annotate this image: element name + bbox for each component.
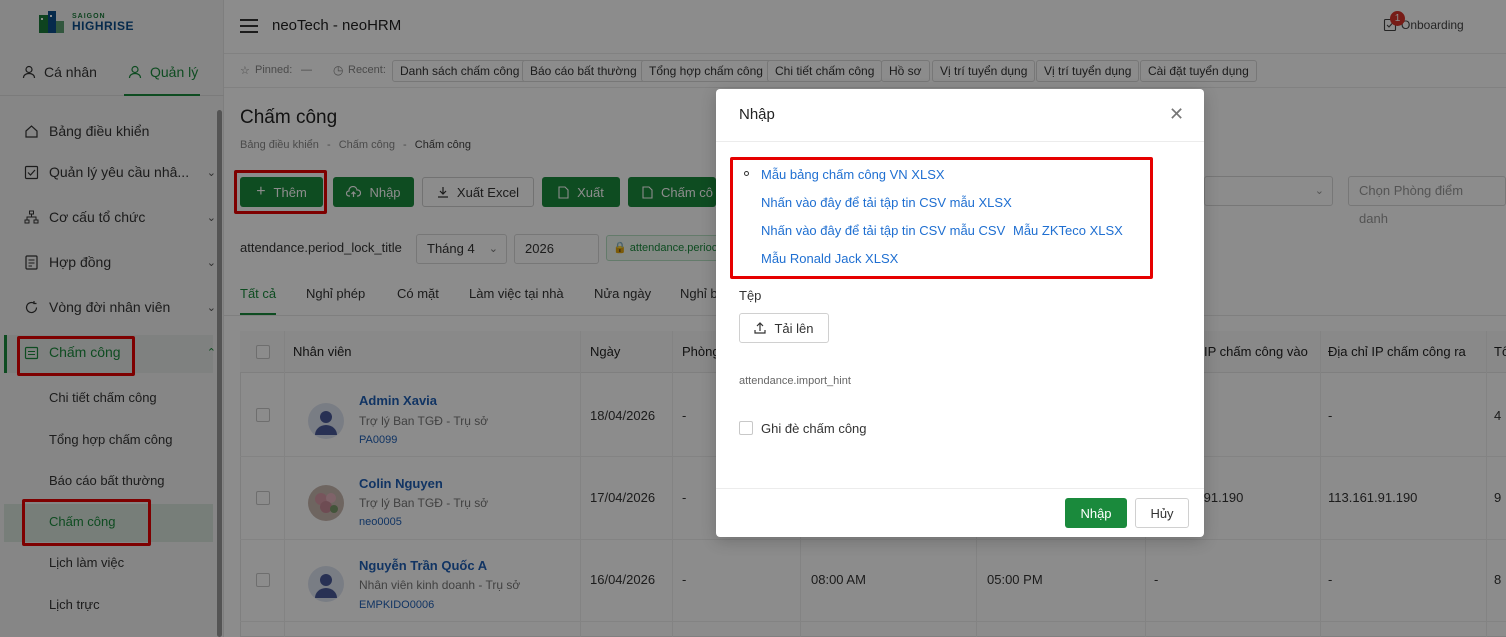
upload-button-label: Tải lên: [774, 320, 814, 336]
import-hint: attendance.import_hint: [739, 375, 851, 387]
upload-icon: [754, 322, 767, 334]
highlight-box-templates: [730, 157, 1153, 279]
upload-button[interactable]: Tải lên: [739, 313, 829, 343]
file-label: Tệp: [739, 288, 762, 303]
overwrite-checkbox[interactable]: [739, 421, 753, 435]
modal-title: Nhập: [739, 106, 775, 123]
cancel-button[interactable]: Hủy: [1135, 498, 1189, 528]
modal-divider: [716, 488, 1204, 489]
close-icon[interactable]: ✕: [1169, 104, 1184, 125]
overwrite-label[interactable]: Ghi đè chấm công: [761, 421, 867, 436]
modal-divider: [716, 141, 1204, 142]
submit-import-button[interactable]: Nhập: [1065, 498, 1127, 528]
